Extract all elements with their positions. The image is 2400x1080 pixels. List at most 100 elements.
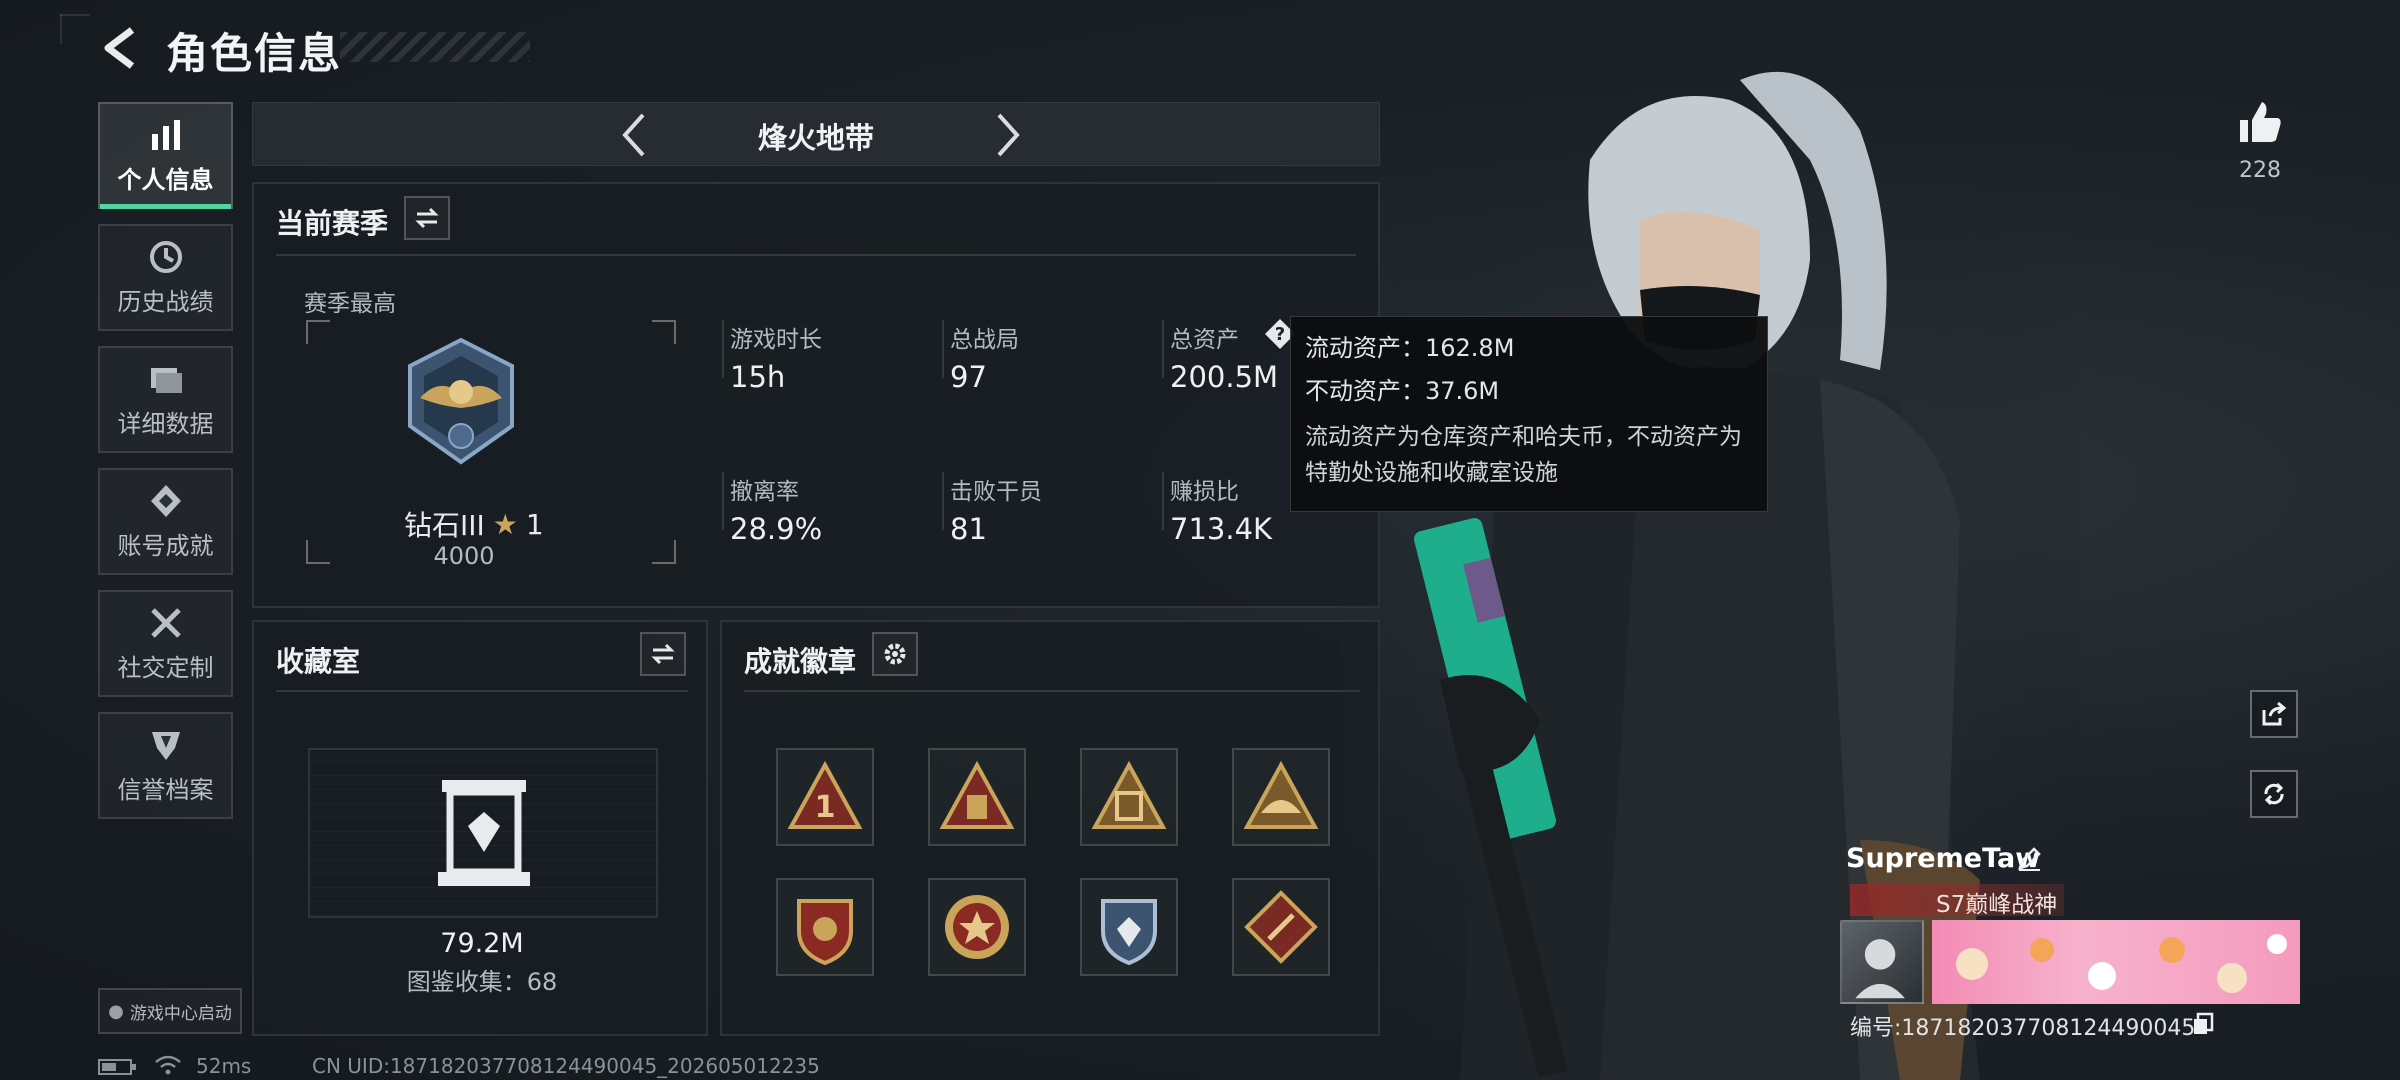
- badge-3-icon: [1091, 760, 1167, 829]
- divider: [942, 472, 944, 530]
- title-decoration: [340, 32, 530, 62]
- achievement-badge[interactable]: [1080, 748, 1178, 846]
- svg-text:1: 1: [815, 790, 836, 825]
- diamond-badge-icon: [150, 485, 181, 517]
- share-icon: [2262, 701, 2287, 726]
- ping-text: 52ms: [196, 1054, 252, 1078]
- sidebar-item-details[interactable]: 详细数据: [98, 346, 233, 453]
- player-name: SupremeTaw: [1846, 843, 2041, 874]
- vault-diamond-icon: [438, 780, 530, 886]
- divider: [722, 472, 724, 530]
- sidebar-item-label: 历史战绩: [117, 288, 214, 316]
- achievement-badge[interactable]: [1080, 878, 1178, 976]
- rank-emblem-icon: [408, 337, 514, 465]
- refresh-button[interactable]: [2250, 770, 2298, 818]
- collection-panel: 收藏室 79.2M 图鉴收集：68: [252, 620, 708, 1036]
- stat-value: 713.4K: [1170, 512, 1273, 546]
- achievement-badge[interactable]: [1232, 748, 1330, 846]
- mode-selector: 烽火地带: [252, 102, 1380, 166]
- collection-title: 收藏室: [276, 645, 361, 678]
- share-button[interactable]: [2250, 690, 2298, 738]
- back-arrow-icon[interactable]: [98, 26, 142, 70]
- mode-name: 烽火地带: [757, 121, 874, 155]
- game-center-button[interactable]: ● 游戏中心启动: [98, 988, 242, 1034]
- season-panel: 当前赛季 赛季最高 钻石III ★ 1 4000 游戏时长 15h 总战局 97…: [252, 182, 1380, 608]
- collection-switch-button[interactable]: [640, 632, 686, 676]
- swap-icon: [651, 643, 675, 665]
- avatar-figure-icon: [1855, 939, 1905, 999]
- achievements-settings-button[interactable]: [872, 632, 918, 676]
- achievement-badge[interactable]: [776, 878, 874, 976]
- divider: [276, 690, 688, 692]
- frame-decoration: [60, 14, 62, 44]
- divider: [722, 320, 724, 378]
- player-title-tag: S7巅峰战神: [1936, 892, 2058, 918]
- frame-corner: [652, 320, 676, 344]
- rank-stars: 1: [525, 507, 544, 541]
- frame-corner: [306, 320, 330, 344]
- sidebar-item-personal-info[interactable]: 个人信息: [98, 102, 233, 209]
- badge-1-icon: 1: [787, 760, 863, 829]
- stat-value: 81: [950, 512, 987, 546]
- sidebar-item-label: 详细数据: [117, 410, 214, 438]
- svg-text:?: ?: [1275, 324, 1285, 345]
- tools-icon: [150, 608, 181, 638]
- achievement-badge[interactable]: 1: [776, 748, 874, 846]
- sidebar-item-achievements[interactable]: 账号成就: [98, 468, 233, 575]
- next-mode-arrow-icon[interactable]: [983, 111, 1031, 159]
- rank-name: 钻石III: [404, 509, 485, 542]
- stat-label: 总资产: [1170, 327, 1239, 353]
- like-count: 228: [2239, 158, 2281, 183]
- divider: [276, 254, 1356, 256]
- season-title: 当前赛季: [276, 207, 389, 240]
- game-center-label: 游戏中心启动: [129, 1003, 232, 1024]
- achievement-badge[interactable]: [928, 748, 1026, 846]
- like-icon[interactable]: [2236, 98, 2284, 146]
- season-switch-button[interactable]: [404, 196, 450, 240]
- battery-icon: [98, 1059, 136, 1075]
- refresh-icon: [2264, 782, 2284, 806]
- rank-score: 4000: [433, 542, 495, 570]
- frame-corner: [306, 540, 330, 564]
- divider: [1162, 320, 1164, 378]
- uid-footer-text: CN UID:187182037708124490045_20260501223…: [312, 1054, 820, 1078]
- badge-2-icon: [939, 760, 1015, 829]
- season-best-label: 赛季最高: [304, 291, 396, 317]
- folder-icon: [150, 368, 182, 393]
- shield-icon: [151, 732, 180, 760]
- page-title: 角色信息: [166, 29, 343, 78]
- stat-label: 总战局: [950, 327, 1019, 353]
- sidebar-item-label: 社交定制: [117, 654, 214, 682]
- tooltip-description: 流动资产为仓库资产和哈夫币，不动资产为特勤处设施和收藏室设施: [1305, 424, 1742, 486]
- divider: [942, 320, 944, 378]
- badge-7-icon: [1101, 899, 1157, 966]
- sidebar-item-social[interactable]: 社交定制: [98, 590, 233, 697]
- collection-display[interactable]: [308, 748, 658, 918]
- avatar[interactable]: [1840, 920, 1924, 1004]
- badge-6-icon: [945, 895, 1009, 959]
- collection-value: 79.2M: [440, 928, 524, 959]
- edit-icon[interactable]: [2016, 846, 2042, 872]
- stat-value: 15h: [730, 360, 786, 394]
- achievement-badge[interactable]: [1232, 878, 1330, 976]
- tooltip-fixed-assets: 不动资产：37.6M: [1305, 377, 1500, 405]
- sidebar-item-reputation[interactable]: 信誉档案: [98, 712, 233, 819]
- star-icon: ★: [492, 507, 518, 541]
- sidebar-item-history[interactable]: 历史战绩: [98, 224, 233, 331]
- stat-value: 97: [950, 360, 987, 394]
- copy-icon[interactable]: [2192, 1012, 2214, 1036]
- frame-corner: [652, 540, 676, 564]
- penguin-icon: ●: [108, 1000, 124, 1022]
- achievements-panel: 成就徽章 1: [720, 620, 1380, 1036]
- name-card-banner[interactable]: [1932, 920, 2300, 1004]
- bar-chart-icon: [151, 120, 180, 150]
- achievements-title: 成就徽章: [744, 645, 857, 678]
- rank-display: 钻石III ★ 1: [404, 504, 544, 544]
- player-uid: 编号:18718203770812449004​5: [1850, 1016, 2196, 1041]
- cat-pattern-icon: [1956, 934, 2287, 993]
- divider: [744, 690, 1360, 692]
- badge-8-icon: [1244, 890, 1318, 964]
- clock-icon: [149, 241, 182, 273]
- divider: [1162, 472, 1164, 530]
- achievement-badge[interactable]: [928, 878, 1026, 976]
